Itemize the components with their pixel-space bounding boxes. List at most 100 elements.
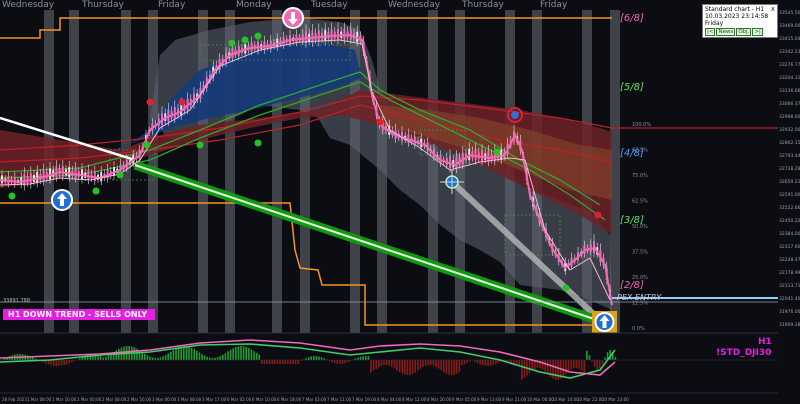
histogram-bar	[279, 360, 281, 364]
histogram-bar	[157, 357, 159, 360]
time-axis-label: 2 Mar 16:00	[127, 397, 152, 402]
histogram-bar	[162, 356, 164, 360]
histogram-bar	[297, 360, 299, 364]
next-button[interactable]: >|	[752, 28, 763, 36]
histogram-bar	[380, 360, 383, 366]
histogram-bar	[292, 360, 294, 364]
histogram-bar	[580, 360, 583, 371]
time-axis-label: 7 Mar 19:00	[352, 397, 377, 402]
histogram-bar	[557, 360, 559, 380]
histogram-bar	[318, 356, 320, 360]
buy-arrow-icon-left	[51, 189, 73, 211]
histogram-bar	[414, 360, 416, 373]
histogram-bar	[547, 360, 549, 375]
histogram-bar	[198, 352, 201, 360]
price-axis-label: 32384.000	[779, 231, 800, 237]
price-axis-label: 32932.000	[779, 127, 800, 133]
histogram-bar	[357, 357, 359, 360]
murrey-label-2-8: [2/8]	[620, 280, 644, 291]
histogram-bar	[492, 360, 494, 366]
objects-button[interactable]: Obj.	[736, 28, 752, 36]
histogram-bar	[248, 348, 250, 360]
histogram-bar	[445, 360, 448, 374]
histogram-bar	[567, 360, 570, 372]
histogram-bar	[255, 352, 258, 360]
session-bar	[121, 10, 131, 333]
histogram-bar	[232, 348, 234, 360]
price-axis-label: 33136.660	[779, 88, 800, 94]
histogram-bar	[344, 360, 346, 364]
histogram-bar	[565, 360, 567, 375]
histogram-bar	[448, 360, 450, 375]
day-label-6: Thursday	[462, 0, 504, 10]
percent-level-label: 100.0%	[632, 122, 651, 128]
subwindow-symbol: !STD_DJI30	[716, 348, 772, 358]
histogram-bar	[396, 360, 398, 371]
candle-body	[324, 29, 327, 42]
histogram-bar	[398, 360, 401, 373]
time-axis-label: 10 Mar 14:00	[552, 397, 579, 402]
histogram-bar	[593, 360, 596, 368]
histogram-bar	[604, 357, 606, 360]
histogram-bar	[346, 360, 349, 363]
buy-arrow-icon-bottom	[592, 311, 617, 333]
histogram-bar	[102, 357, 104, 360]
time-axis-label: 1 Mar 16:00	[52, 397, 77, 402]
price-axis-label: 32793.440	[779, 153, 800, 159]
histogram-bar	[149, 356, 151, 360]
price-axis-label: 32113.710	[779, 283, 800, 289]
histogram-bar	[310, 356, 312, 360]
histogram-bar	[175, 348, 177, 360]
candle-body	[593, 241, 595, 253]
candle-body	[337, 29, 339, 40]
price-axis-label: 31976.000	[779, 309, 800, 315]
histogram-bar	[341, 360, 344, 364]
histogram-bar	[552, 360, 554, 379]
prev-button[interactable]: |<	[705, 28, 716, 36]
histogram-bar	[495, 360, 497, 365]
time-axis-label: 9 Mar 13:00	[477, 397, 502, 402]
histogram-bar	[206, 356, 208, 360]
histogram-bar	[50, 360, 52, 366]
close-icon[interactable]: x	[771, 6, 775, 13]
murrey-label-6-8: [6/8]	[620, 13, 644, 24]
histogram-bar	[575, 360, 578, 369]
histogram-bar	[409, 360, 411, 375]
time-axis-label: 3 Mar 00:00	[152, 397, 177, 402]
histogram-bar	[383, 360, 385, 366]
histogram-bar	[107, 355, 110, 360]
percent-level-label: 62.5%	[632, 199, 648, 205]
day-label-4: Tuesday	[311, 0, 348, 10]
time-axis-label: 7 Mar 11:00	[327, 397, 352, 402]
histogram-bar	[284, 360, 286, 364]
histogram-bar	[458, 360, 461, 373]
histogram-bar	[63, 360, 65, 366]
histogram-bar	[372, 360, 375, 371]
histogram-bar	[487, 360, 489, 366]
histogram-bar	[313, 356, 315, 360]
candle-body	[330, 29, 333, 41]
price-axis-label: 32178.990	[779, 270, 800, 276]
time-axis-label: 8 Mar 04:00	[377, 397, 402, 402]
histogram-bar	[266, 360, 268, 364]
histogram-bar	[570, 360, 572, 370]
histogram-bar	[378, 360, 380, 368]
news-button[interactable]: News	[716, 28, 736, 36]
percent-level-label: 0.0%	[632, 326, 645, 332]
day-label-1: Thursday	[82, 0, 124, 10]
histogram-bar	[422, 360, 424, 368]
histogram-bar	[193, 349, 195, 360]
candle-body	[343, 28, 346, 40]
histogram-bar	[289, 360, 292, 364]
price-axis-label: 32998.605	[779, 114, 800, 120]
histogram-bar	[55, 360, 58, 366]
histogram-bar	[268, 360, 271, 364]
time-axis-label: 3 Mar 08:00	[177, 397, 202, 402]
histogram-bar	[424, 360, 427, 366]
histogram-bar	[614, 357, 617, 360]
histogram-bar	[411, 360, 414, 374]
histogram-bar	[58, 360, 60, 366]
histogram-bar	[219, 356, 221, 360]
trading-chart-canvas[interactable]: 33545.505 33469.000 33415.040 33342.230 3327…	[0, 0, 800, 404]
time-axis-label: 1 Mar 08:00	[27, 397, 52, 402]
